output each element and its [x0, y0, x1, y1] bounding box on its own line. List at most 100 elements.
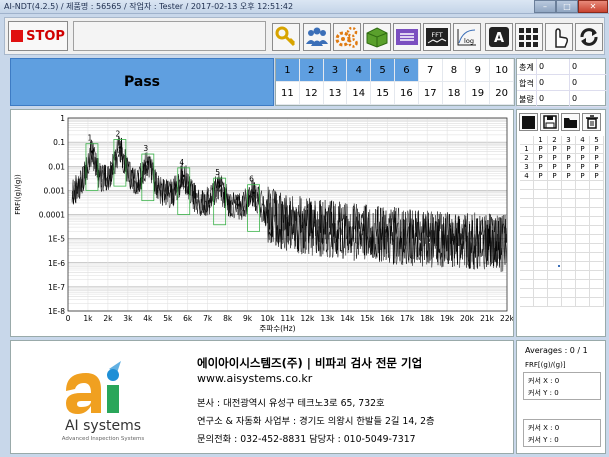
- pf-cell: [520, 244, 534, 253]
- hand-button[interactable]: [545, 23, 573, 51]
- channel-20[interactable]: 20: [490, 82, 514, 105]
- grid-button[interactable]: [515, 23, 543, 51]
- pf-cell: [548, 190, 562, 199]
- pf-cell: P: [534, 154, 548, 163]
- channel-13[interactable]: 13: [323, 82, 348, 105]
- peak-point: [118, 146, 122, 149]
- frf-chart-panel[interactable]: 0 1k 2k 3k 4k 5k 6k 7k 8k 9k 10k 11k 12k 13k 14k 15k 16k…: [10, 109, 515, 337]
- channel-2[interactable]: 2: [299, 59, 324, 82]
- channel-18[interactable]: 18: [442, 82, 467, 105]
- pf-cell: [520, 199, 534, 208]
- pf-cell: [534, 289, 548, 298]
- channel-19[interactable]: 19: [466, 82, 491, 105]
- refresh-button[interactable]: [575, 23, 603, 51]
- y-tick-label: 0.01: [48, 162, 65, 171]
- channel-8[interactable]: 8: [442, 59, 467, 82]
- pf-cell: [534, 208, 548, 217]
- pf-cell: 5: [590, 136, 604, 145]
- stop-button[interactable]: STOP: [8, 21, 68, 51]
- pf-cell: [534, 235, 548, 244]
- pf-cell: [548, 235, 562, 244]
- save-button[interactable]: [540, 113, 559, 131]
- pf-row: 4PPPPP: [520, 172, 604, 181]
- settings-button[interactable]: [333, 23, 361, 51]
- pf-cell: [520, 298, 534, 307]
- x-axis-label: 주파수(Hz): [259, 324, 295, 333]
- pf-row: [520, 289, 604, 298]
- x-tick-label: 22k: [500, 314, 513, 323]
- open-button[interactable]: [561, 113, 580, 131]
- pf-cell: [576, 289, 590, 298]
- channel-17[interactable]: 17: [418, 82, 443, 105]
- channel-12[interactable]: 12: [299, 82, 324, 105]
- pf-cell: [534, 244, 548, 253]
- pf-cell: [520, 271, 534, 280]
- pf-cell: [576, 199, 590, 208]
- channel-3[interactable]: 3: [323, 59, 348, 82]
- cursor2-y: 커서 Y : 0: [528, 436, 559, 444]
- averages-readout: Averages : 0 / 1: [525, 346, 588, 355]
- close-button[interactable]: ✕: [578, 0, 608, 13]
- dot-marker: [558, 265, 560, 267]
- new-button[interactable]: [519, 113, 538, 131]
- channel-14[interactable]: 14: [347, 82, 372, 105]
- log-icon: log: [457, 29, 476, 46]
- pf-cell: [548, 181, 562, 190]
- auto-button[interactable]: A: [485, 23, 513, 51]
- delete-button[interactable]: [582, 113, 601, 131]
- svg-text:A: A: [494, 31, 504, 46]
- users-button[interactable]: [303, 23, 331, 51]
- black-square-icon: [522, 115, 535, 129]
- pf-cell: [576, 181, 590, 190]
- fft-button[interactable]: FFT: [423, 23, 451, 51]
- cube-button[interactable]: [363, 23, 391, 51]
- pf-cell: 1: [534, 136, 548, 145]
- key-button[interactable]: [272, 23, 300, 51]
- channel-15[interactable]: 15: [371, 82, 395, 105]
- pf-cell: [576, 271, 590, 280]
- pf-row: [520, 190, 604, 199]
- log-button[interactable]: log: [453, 23, 481, 51]
- cursor2-box: 커서 X : 0 커서 Y : 0: [523, 419, 601, 447]
- channel-16[interactable]: 16: [394, 82, 419, 105]
- channel-1[interactable]: 1: [276, 59, 300, 82]
- channel-7[interactable]: 7: [418, 59, 443, 82]
- list-button[interactable]: [393, 23, 421, 51]
- pf-cell: 3: [520, 163, 534, 172]
- logo-subtitle: Advanced Inspection Systems: [62, 436, 145, 442]
- count-row-fail: 불량 0 0: [517, 91, 607, 107]
- pf-cell: P: [590, 163, 604, 172]
- pf-cell: [534, 181, 548, 190]
- channel-10[interactable]: 10: [490, 59, 514, 82]
- channel-5[interactable]: 5: [371, 59, 395, 82]
- pf-cell: [590, 190, 604, 199]
- y-axis-label: FRF((g)/(g)): [14, 174, 22, 215]
- peak-point: [182, 174, 185, 178]
- pf-cell: P: [576, 172, 590, 181]
- channel-11[interactable]: 11: [276, 82, 300, 105]
- x-tick-label: 21k: [480, 314, 495, 323]
- contact-phone: 문의전화 : 032-452-8831 담당자 : 010-5049-7317: [197, 434, 416, 445]
- grid-icon: [519, 28, 538, 47]
- company-url[interactable]: www.aisystems.co.kr: [197, 372, 312, 385]
- pf-cell: [534, 271, 548, 280]
- pf-cell: [520, 235, 534, 244]
- svg-text:log: log: [464, 37, 474, 45]
- cube-icon: [366, 27, 388, 48]
- channel-9[interactable]: 9: [466, 59, 491, 82]
- pf-cell: P: [548, 145, 562, 154]
- channel-6[interactable]: 6: [394, 59, 419, 82]
- channel-4[interactable]: 4: [347, 59, 372, 82]
- pf-cell: [562, 271, 576, 280]
- x-tick-label: 13k: [320, 314, 335, 323]
- frf-chart[interactable]: 0 1k 2k 3k 4k 5k 6k 7k 8k 9k 10k 11k 12k 13k 14k 15k 16k…: [11, 110, 515, 336]
- pf-cell: P: [562, 163, 576, 172]
- minimize-button[interactable]: –: [534, 0, 556, 13]
- count-row-pass: 합격 0 0: [517, 75, 607, 91]
- pf-cell: [590, 199, 604, 208]
- x-tick-label: 17k: [400, 314, 415, 323]
- pf-cell: [548, 208, 562, 217]
- result-side-panel: 123451PPPPP2PPPPP3PPPPP4PPPPP: [516, 109, 606, 337]
- maximize-button[interactable]: □: [556, 0, 578, 13]
- pf-cell: [520, 136, 534, 145]
